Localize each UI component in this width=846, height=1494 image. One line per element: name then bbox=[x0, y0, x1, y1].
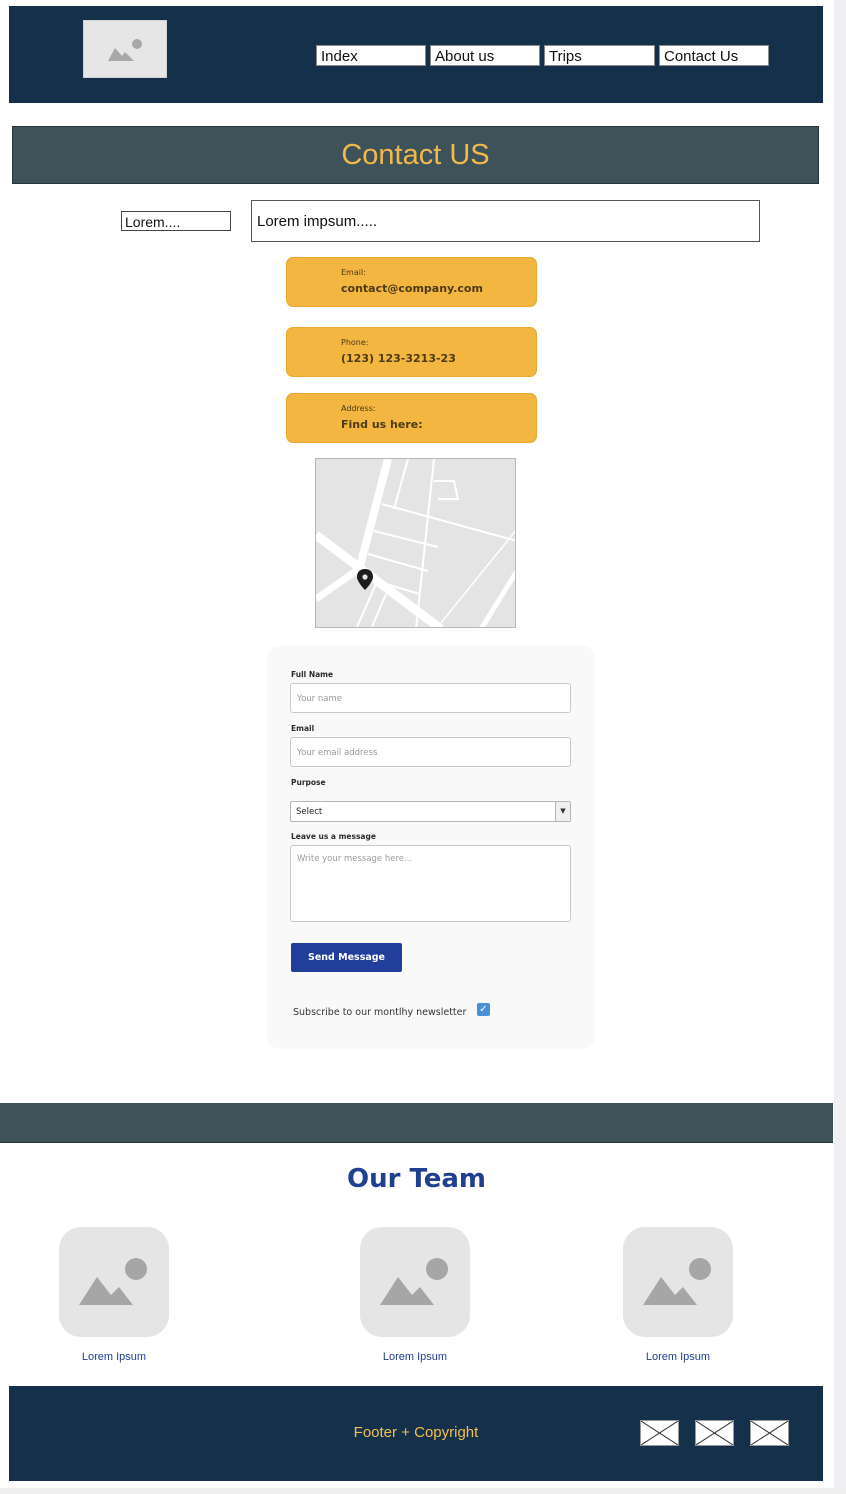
social-link-3[interactable] bbox=[750, 1420, 789, 1446]
address-card-label: Address: bbox=[341, 404, 376, 413]
large-text-field[interactable]: Lorem impsum..... bbox=[251, 200, 760, 242]
email-card-value[interactable]: contact@company.com bbox=[341, 282, 483, 295]
chevron-down-icon[interactable]: ▼ bbox=[555, 802, 570, 821]
site-header: Index About us Trips Contact Us bbox=[9, 6, 823, 103]
email-input[interactable]: Your email address bbox=[290, 737, 571, 767]
section-divider-band bbox=[0, 1103, 833, 1143]
team-title: Our Team bbox=[346, 1164, 487, 1194]
nav-about-us[interactable]: About us bbox=[430, 45, 540, 66]
team-member-name: Lorem Ipsum bbox=[81, 1351, 147, 1363]
email-label: Email bbox=[291, 724, 315, 733]
team-member-name: Lorem Ipsum bbox=[382, 1351, 448, 1363]
image-placeholder-icon bbox=[643, 1258, 711, 1305]
send-message-button[interactable]: Send Message bbox=[291, 943, 402, 972]
page-title: Contact US bbox=[341, 138, 490, 171]
image-placeholder-icon bbox=[750, 1420, 789, 1446]
page-bottom-edge bbox=[0, 1488, 846, 1494]
small-text-field[interactable]: Lorem.... bbox=[121, 211, 231, 231]
page-title-band: Contact US bbox=[12, 126, 819, 184]
email-card-label: Email: bbox=[341, 268, 366, 277]
message-label: Leave us a message bbox=[291, 832, 376, 841]
image-placeholder-icon bbox=[380, 1258, 448, 1305]
image-placeholder-icon bbox=[79, 1258, 147, 1305]
logo[interactable] bbox=[83, 20, 167, 78]
image-placeholder-icon bbox=[695, 1420, 734, 1446]
social-link-2[interactable] bbox=[695, 1420, 734, 1446]
phone-card: Phone: (123) 123-3213-23 bbox=[286, 327, 537, 377]
image-placeholder-icon bbox=[108, 39, 142, 61]
email-card: Email: contact@company.com bbox=[286, 257, 537, 307]
team-member-photo bbox=[59, 1227, 169, 1337]
address-card-value: Find us here: bbox=[341, 418, 423, 431]
full-name-input[interactable]: Your name bbox=[290, 683, 571, 713]
social-link-1[interactable] bbox=[640, 1420, 679, 1446]
scrollbar-track[interactable] bbox=[834, 0, 846, 1494]
team-member-photo bbox=[360, 1227, 470, 1337]
nav-index[interactable]: Index bbox=[316, 45, 426, 66]
contact-form: Full Name Your name Email Your email add… bbox=[267, 646, 595, 1049]
site-footer: Footer + Copyright bbox=[9, 1386, 823, 1481]
full-name-label: Full Name bbox=[291, 670, 334, 679]
location-map[interactable] bbox=[315, 458, 516, 628]
subscribe-checkbox[interactable]: ✓ bbox=[477, 1003, 490, 1016]
purpose-select[interactable]: Select ▼ bbox=[290, 801, 571, 822]
phone-card-label: Phone: bbox=[341, 338, 369, 347]
team-member-name: Lorem Ipsum bbox=[645, 1351, 711, 1363]
purpose-label: Purpose bbox=[291, 778, 326, 787]
nav-trips[interactable]: Trips bbox=[544, 45, 655, 66]
subscribe-label: Subscribe to our montlhy newsletter bbox=[293, 1007, 467, 1018]
map-graphic bbox=[316, 459, 515, 627]
address-card: Address: Find us here: bbox=[286, 393, 537, 443]
message-textarea[interactable]: Write your message here... bbox=[290, 845, 571, 922]
phone-card-value[interactable]: (123) 123-3213-23 bbox=[341, 352, 456, 365]
image-placeholder-icon bbox=[640, 1420, 679, 1446]
nav-contact-us[interactable]: Contact Us bbox=[659, 45, 769, 66]
team-member-photo bbox=[623, 1227, 733, 1337]
purpose-select-value: Select bbox=[296, 807, 323, 817]
